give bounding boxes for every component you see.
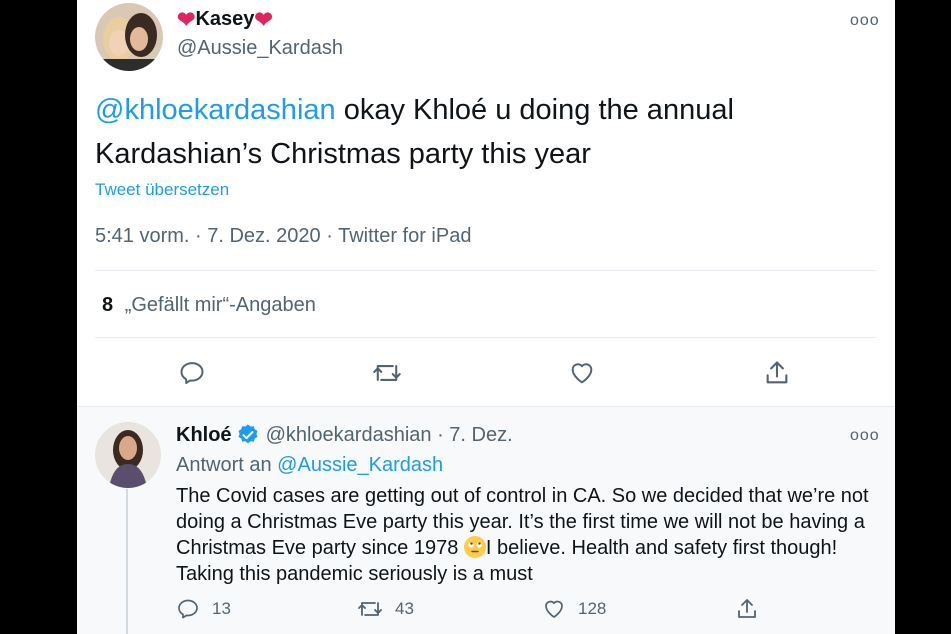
reply-share-button[interactable] [735, 597, 759, 621]
heart-outline-icon [571, 363, 593, 384]
more-options-icon[interactable]: ooo [850, 427, 880, 445]
divider [95, 270, 876, 271]
main-tweet-text: @khloekardashian okay Khloé u doing the … [95, 88, 855, 176]
reply-tweet-text: The Covid cases are getting out of contr… [176, 483, 876, 587]
retweet-count: 43 [395, 599, 414, 618]
kasey-avatar-image [95, 3, 163, 71]
reply-handle-date[interactable]: @khloekardashian · 7. Dez. [266, 424, 513, 447]
retweet-icon [358, 602, 382, 616]
translate-tweet-link[interactable]: Tweet übersetzen [95, 180, 229, 200]
divider [95, 337, 876, 338]
reply-reply-button[interactable]: 13 [176, 597, 231, 621]
reply-display-name[interactable]: Khloé [176, 424, 232, 447]
share-button[interactable] [760, 355, 794, 391]
khloe-avatar[interactable] [95, 422, 161, 488]
tweet-actions-bar [77, 355, 895, 391]
reply-button[interactable] [175, 355, 209, 391]
verified-badge-icon [238, 424, 258, 444]
heart-emoji-icon: ❤ [177, 6, 196, 32]
main-display-name-text: Kasey [195, 8, 255, 30]
like-count: 128 [578, 599, 607, 618]
reply-actions-bar: 13 43 128 [176, 597, 876, 623]
reply-header: Khloé @khloekardashian · 7. Dez. [176, 423, 513, 447]
reply-like-button[interactable]: 128 [542, 597, 606, 621]
reply-count: 13 [212, 599, 231, 618]
reply-icon [178, 599, 198, 619]
likes-count: 8 [102, 294, 114, 316]
share-icon [766, 361, 788, 384]
replying-to-link[interactable]: @Aussie_Kardash [277, 454, 443, 476]
main-display-name[interactable]: ❤ Kasey ❤ [177, 8, 273, 31]
reply-icon [180, 362, 204, 385]
heart-outline-icon [545, 600, 563, 618]
kasey-avatar[interactable] [95, 3, 163, 71]
like-button[interactable] [565, 355, 599, 391]
main-handle[interactable]: @Aussie_Kardash [177, 37, 343, 60]
tweet-timestamp[interactable]: 5:41 vorm. · 7. Dez. 2020 · Twitter for … [95, 225, 471, 248]
reply-retweet-button[interactable]: 43 [357, 597, 414, 621]
mention-link[interactable]: @khloekardashian [95, 94, 336, 126]
heart-emoji-icon: ❤ [254, 6, 273, 32]
share-icon [738, 599, 756, 618]
face-with-rolling-eyes-emoji-icon [463, 536, 486, 558]
more-options-icon[interactable]: ooo [850, 12, 880, 30]
retweet-icon [373, 365, 401, 381]
reply-tweet[interactable]: Khloé @khloekardashian · 7. Dez. ooo Ant… [77, 406, 895, 634]
replying-to-prefix: Antwort an [176, 454, 278, 476]
thread-line [126, 489, 128, 634]
replying-to: Antwort an @Aussie_Kardash [176, 454, 443, 477]
retweet-button[interactable] [370, 355, 404, 391]
khloe-avatar-image [95, 422, 161, 488]
likes-label: „Gefällt mir“-Angaben [124, 294, 316, 316]
likes-stat[interactable]: 8 „Gefällt mir“-Angaben [102, 294, 316, 317]
tweet-card: ❤ Kasey ❤ @Aussie_Kardash ooo @khloekard… [77, 0, 895, 634]
